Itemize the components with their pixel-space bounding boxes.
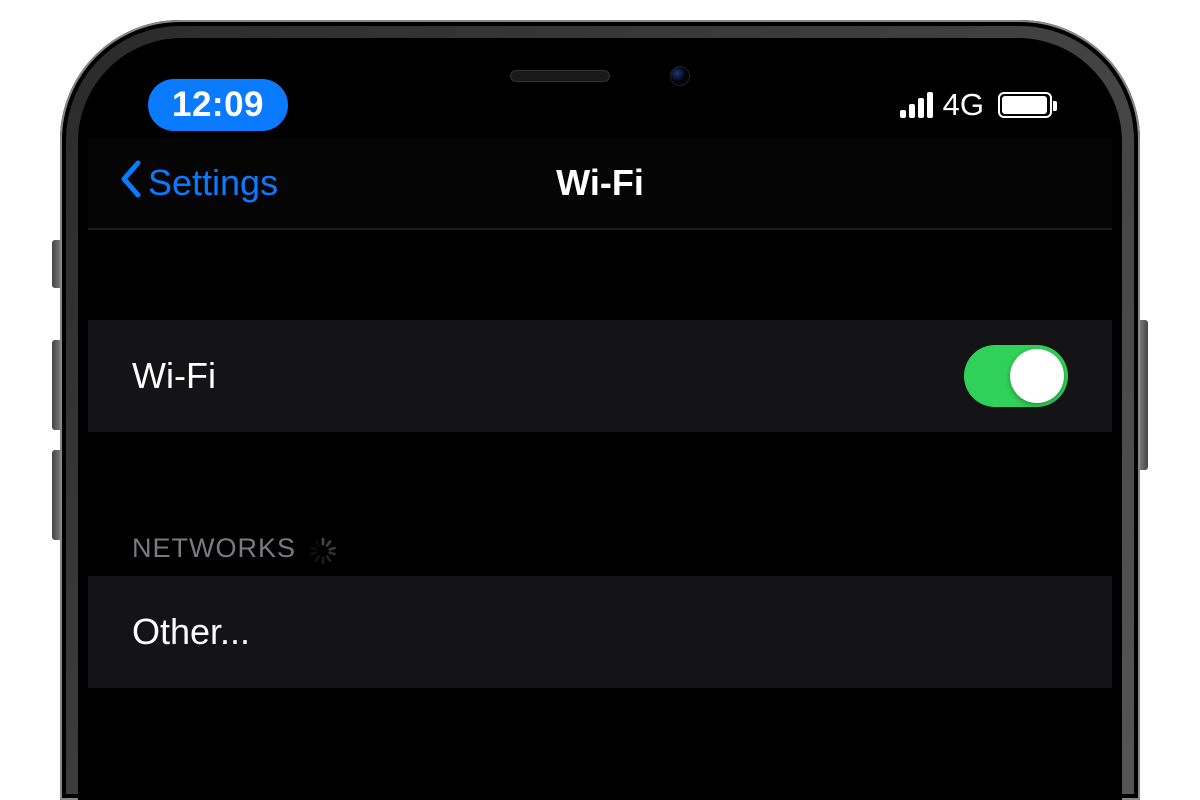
section-gap: [88, 688, 1112, 800]
battery-icon: [998, 92, 1052, 118]
networks-section-header: NETWORKS: [88, 502, 1112, 576]
chevron-left-icon: [118, 160, 142, 207]
content: Wi-Fi NETWORKS: [88, 230, 1112, 800]
section-gap: [88, 432, 1112, 502]
volume-down-button: [52, 450, 60, 540]
status-indicators: 4G: [900, 87, 1052, 123]
power-button: [1140, 320, 1148, 470]
back-button[interactable]: Settings: [118, 160, 278, 207]
mute-switch: [52, 240, 60, 288]
network-type-label: 4G: [943, 87, 984, 123]
status-time-pill[interactable]: 12:09: [148, 79, 288, 131]
front-camera: [670, 66, 690, 86]
networks-header-label: NETWORKS: [132, 533, 296, 564]
navigation-bar: Settings Wi-Fi: [88, 138, 1112, 228]
speaker-grille: [510, 70, 610, 82]
battery-level: [1002, 96, 1047, 114]
loading-spinner-icon: [308, 536, 338, 566]
page-title: Wi-Fi: [556, 162, 644, 204]
cellular-signal-icon: [900, 92, 933, 118]
wifi-toggle[interactable]: [964, 345, 1068, 407]
screen: 12:09 4G Settings: [88, 48, 1112, 800]
phone-frame: 12:09 4G Settings: [60, 20, 1140, 800]
wifi-row-label: Wi-Fi: [132, 355, 216, 397]
volume-up-button: [52, 340, 60, 430]
back-label: Settings: [148, 162, 278, 204]
status-time: 12:09: [172, 85, 264, 124]
phone-inner-frame: 12:09 4G Settings: [78, 38, 1122, 800]
section-gap: [88, 230, 1112, 320]
other-network-row[interactable]: Other...: [88, 576, 1112, 688]
other-row-label: Other...: [132, 611, 250, 653]
notch: [440, 48, 760, 104]
toggle-knob: [1010, 349, 1064, 403]
wifi-toggle-row[interactable]: Wi-Fi: [88, 320, 1112, 432]
